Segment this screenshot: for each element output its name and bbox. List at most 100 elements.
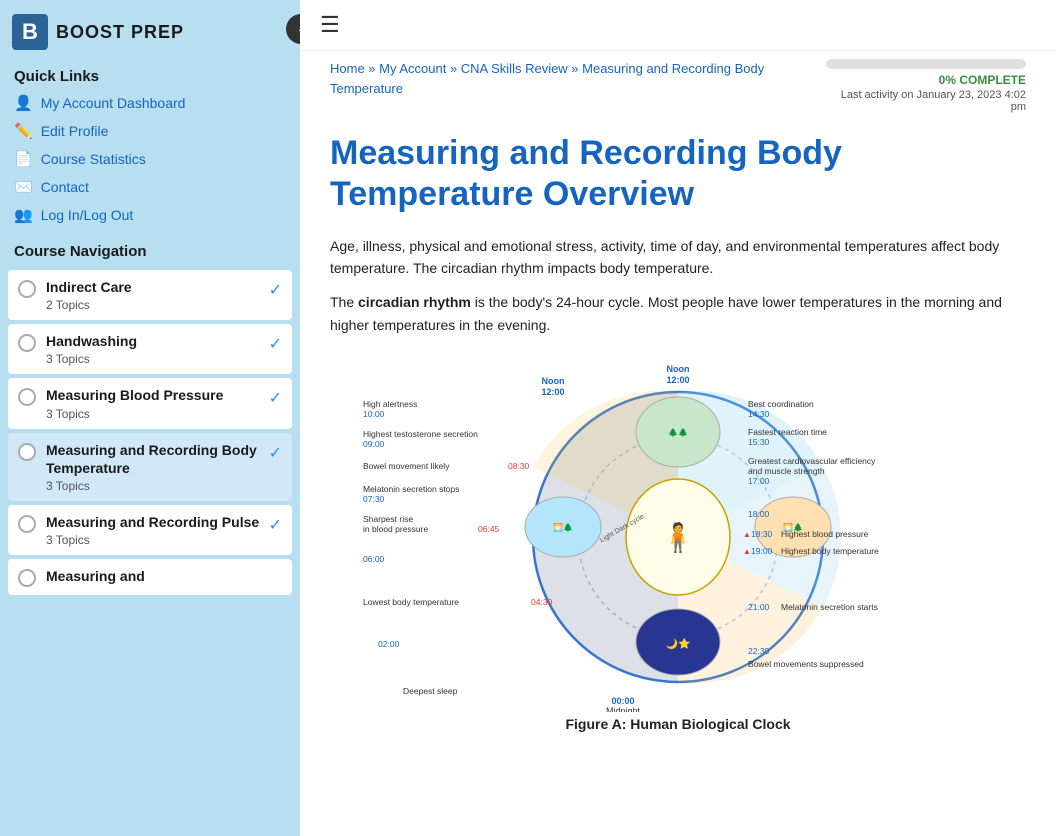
- svg-text:06:45: 06:45: [478, 524, 500, 534]
- sidebar-logo: B BOOST PREP: [0, 0, 300, 60]
- progress-label: 0% COMPLETE: [826, 73, 1026, 87]
- course-nav-list: Indirect Care 2 Topics ✓ Handwashing 3 T…: [0, 270, 300, 595]
- figure-caption: Figure A: Human Biological Clock: [565, 716, 790, 732]
- svg-text:Highest testosterone secretion: Highest testosterone secretion: [363, 429, 478, 439]
- quick-link-edit-profile[interactable]: ✏️ Edit Profile: [0, 117, 300, 145]
- svg-text:22:30: 22:30: [748, 646, 770, 656]
- nav-circle-measuring-and: [18, 569, 36, 587]
- main-body: Measuring and Recording Body Temperature…: [300, 113, 1056, 772]
- svg-text:21:00: 21:00: [748, 602, 770, 612]
- nav-circle-indirect-care: [18, 280, 36, 298]
- nav-item-handwashing[interactable]: Handwashing 3 Topics ✓: [8, 324, 292, 374]
- nav-item-pulse[interactable]: Measuring and Recording Pulse 3 Topics ✓: [8, 505, 292, 555]
- svg-text:and muscle strength: and muscle strength: [748, 466, 825, 476]
- nav-item-blood-pressure[interactable]: Measuring Blood Pressure 3 Topics ✓: [8, 378, 292, 428]
- nav-item-body-temp[interactable]: Measuring and Recording Body Temperature…: [8, 433, 292, 501]
- login-logout-icon: 👥: [14, 206, 33, 224]
- svg-text:Fastest reaction time: Fastest reaction time: [748, 427, 827, 437]
- nav-subtitle-blood-pressure: 3 Topics: [46, 407, 261, 421]
- intro-paragraph: Age, illness, physical and emotional str…: [330, 235, 1026, 280]
- nav-item-measuring-and[interactable]: Measuring and: [8, 559, 292, 595]
- circadian-diagram: 🌲🌲 🌅🌲 🧍 🌅🌲 🌙⭐ Light Dark cycle Noon 12:0: [330, 352, 1026, 732]
- nav-circle-blood-pressure: [18, 388, 36, 406]
- svg-text:Highest blood pressure: Highest blood pressure: [781, 529, 869, 539]
- svg-text:09:00: 09:00: [363, 439, 385, 449]
- svg-text:High alertness: High alertness: [363, 399, 417, 409]
- circadian-paragraph: The circadian rhythm is the body's 24-ho…: [330, 291, 1026, 336]
- nav-subtitle-body-temp: 3 Topics: [46, 479, 261, 493]
- course-nav-label: Course Navigation: [0, 229, 300, 266]
- main-header: Home » My Account » CNA Skills Review » …: [300, 51, 1056, 113]
- progress-date: Last activity on January 23, 2023 4:02 p…: [826, 89, 1026, 113]
- nav-subtitle-indirect-care: 2 Topics: [46, 298, 261, 312]
- svg-text:19:00: 19:00: [751, 546, 773, 556]
- svg-text:Sharpest rise: Sharpest rise: [363, 514, 413, 524]
- para2-before: The: [330, 294, 358, 310]
- svg-text:▲: ▲: [743, 530, 751, 539]
- breadcrumb-text[interactable]: Home » My Account » CNA Skills Review » …: [330, 61, 764, 96]
- chevron-down-icon: ✓: [269, 515, 282, 535]
- svg-text:00:00: 00:00: [611, 696, 634, 706]
- svg-text:Melatonin secretion stops: Melatonin secretion stops: [363, 484, 459, 494]
- nav-item-indirect-care[interactable]: Indirect Care 2 Topics ✓: [8, 270, 292, 320]
- svg-text:10:00: 10:00: [363, 409, 385, 419]
- svg-text:Best coordination: Best coordination: [748, 399, 814, 409]
- svg-text:06:00: 06:00: [363, 554, 385, 564]
- quick-link-login-logout[interactable]: 👥 Log In/Log Out: [0, 201, 300, 229]
- chevron-down-icon: ✓: [269, 388, 282, 408]
- quick-links-list: 👤 My Account Dashboard ✏️ Edit Profile 📄…: [0, 89, 300, 229]
- svg-text:Highest body temperature: Highest body temperature: [781, 546, 879, 556]
- svg-text:🧍: 🧍: [661, 521, 696, 554]
- logo-letter: B: [22, 19, 38, 45]
- nav-subtitle-pulse: 3 Topics: [46, 533, 261, 547]
- svg-text:18:00: 18:00: [748, 509, 770, 519]
- svg-text:12:00: 12:00: [666, 375, 689, 385]
- page-title: Measuring and Recording Body Temperature…: [330, 133, 1026, 215]
- quick-link-my-account[interactable]: 👤 My Account Dashboard: [0, 89, 300, 117]
- quick-link-login-logout-label: Log In/Log Out: [41, 207, 134, 223]
- logo-text: BOOST PREP: [56, 22, 184, 43]
- nav-subtitle-handwashing: 3 Topics: [46, 352, 261, 366]
- svg-text:Lowest body temperature: Lowest body temperature: [363, 597, 459, 607]
- svg-text:Greatest cardiovascular effici: Greatest cardiovascular efficiency: [748, 456, 876, 466]
- svg-text:Bowel movement likely: Bowel movement likely: [363, 461, 450, 471]
- quick-link-my-account-label: My Account Dashboard: [41, 95, 186, 111]
- quick-link-edit-profile-label: Edit Profile: [41, 123, 109, 139]
- svg-text:Noon: Noon: [542, 376, 565, 386]
- svg-text:08:30: 08:30: [508, 461, 530, 471]
- sidebar: B BOOST PREP ‹ Quick Links 👤 My Account …: [0, 0, 300, 836]
- nav-circle-pulse: [18, 515, 36, 533]
- progress-bar-container: [826, 59, 1026, 69]
- circadian-clock-svg: 🌲🌲 🌅🌲 🧍 🌅🌲 🌙⭐ Light Dark cycle Noon 12:0: [353, 352, 1003, 712]
- para2-bold: circadian rhythm: [358, 294, 471, 310]
- chevron-down-icon: ✓: [269, 443, 282, 463]
- nav-title-indirect-care: Indirect Care: [46, 278, 261, 296]
- svg-text:12:00: 12:00: [541, 387, 564, 397]
- quick-link-course-stats[interactable]: 📄 Course Statistics: [0, 145, 300, 173]
- quick-link-contact[interactable]: ✉️ Contact: [0, 173, 300, 201]
- nav-circle-body-temp: [18, 443, 36, 461]
- svg-text:🌲🌲: 🌲🌲: [668, 427, 688, 437]
- chevron-down-icon: ✓: [269, 334, 282, 354]
- svg-text:Midnight: Midnight: [606, 706, 641, 712]
- svg-text:Bowel movements suppressed: Bowel movements suppressed: [748, 659, 864, 669]
- main-content-area: ☰ Home » My Account » CNA Skills Review …: [300, 0, 1056, 836]
- svg-text:in blood pressure: in blood pressure: [363, 524, 428, 534]
- svg-text:▲: ▲: [743, 547, 751, 556]
- nav-title-body-temp: Measuring and Recording Body Temperature: [46, 441, 261, 477]
- progress-area: 0% COMPLETE Last activity on January 23,…: [826, 59, 1026, 113]
- nav-circle-handwashing: [18, 334, 36, 352]
- chevron-down-icon: ✓: [269, 280, 282, 300]
- nav-title-pulse: Measuring and Recording Pulse: [46, 513, 261, 531]
- edit-profile-icon: ✏️: [14, 122, 33, 140]
- hamburger-menu-icon[interactable]: ☰: [320, 12, 340, 38]
- svg-text:🌙⭐: 🌙⭐: [666, 637, 691, 650]
- quick-link-course-stats-label: Course Statistics: [41, 151, 146, 167]
- svg-text:Noon: Noon: [667, 364, 690, 374]
- nav-title-blood-pressure: Measuring Blood Pressure: [46, 386, 261, 404]
- course-stats-icon: 📄: [14, 150, 33, 168]
- nav-title-handwashing: Handwashing: [46, 332, 261, 350]
- svg-text:02:00: 02:00: [378, 639, 400, 649]
- contact-icon: ✉️: [14, 178, 33, 196]
- svg-text:04:30: 04:30: [531, 597, 553, 607]
